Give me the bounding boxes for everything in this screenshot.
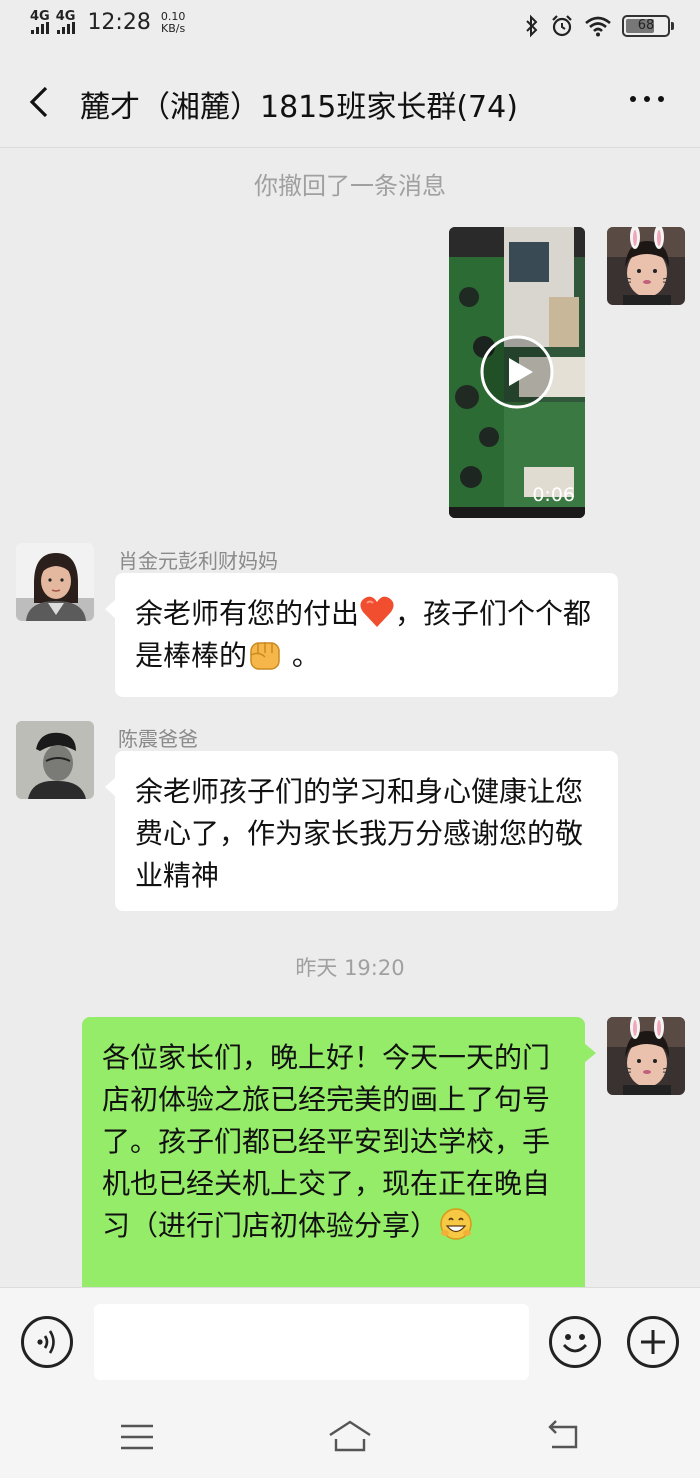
avatar-sender-2[interactable] [16, 721, 94, 799]
message-text-1c: 。 [283, 639, 320, 672]
back-icon[interactable] [22, 82, 58, 122]
signal-icon-2: 4G [55, 9, 76, 34]
alarm-icon [552, 15, 572, 37]
my-avatar-2[interactable] [607, 1017, 685, 1095]
message-bubble-1[interactable]: 余老师有您的付出 ，孩子们个个都是棒棒的 。 [105, 573, 618, 697]
clock: 12:28 [87, 10, 151, 35]
speed-value: 0.10 [160, 9, 186, 23]
play-icon[interactable] [479, 334, 555, 410]
battery-level: 68 [637, 18, 655, 33]
chat-title: 麓才（湘麓）1815班家长群(74) [80, 90, 518, 125]
network-label: 4G [30, 9, 50, 24]
message-bubble-2[interactable]: 余老师孩子们的学习和身心健康让您费心了，作为家长我万分感谢您的敬业精神 [105, 751, 618, 911]
message-text-3: 各位家长们，晚上好！今天一天的门店初体验之旅已经完美的画上了句号了。孩子们都已经… [102, 1041, 551, 1242]
chat-timestamp: 昨天 19:20 [295, 956, 405, 980]
input-bar [0, 1287, 700, 1397]
status-bar: 4G 4G 12:28 0.10 KB/s 68 [0, 0, 700, 56]
voice-icon[interactable] [21, 1316, 73, 1368]
add-icon[interactable] [627, 1316, 679, 1368]
wifi-icon [585, 16, 611, 37]
message-text-2: 余老师孩子们的学习和身心健康让您费心了，作为家长我万分感谢您的敬业精神 [135, 775, 584, 892]
chat-header: 麓才（湘麓）1815班家长群(74) [0, 56, 700, 148]
speed-unit: KB/s [160, 21, 186, 35]
my-avatar[interactable] [607, 227, 685, 305]
network-speed: 0.10 KB/s [160, 9, 186, 35]
video-duration: 0:06 [532, 484, 575, 506]
message-text-1a: 余老师有您的付出 [135, 597, 360, 630]
battery-icon: 68 [622, 15, 674, 37]
smile-emoji-icon [440, 1208, 472, 1240]
system-nav-bar [0, 1397, 700, 1478]
avatar-sender-1[interactable] [16, 543, 94, 621]
video-message[interactable]: 0:06 [449, 227, 585, 518]
home-icon[interactable] [326, 1419, 374, 1453]
return-icon[interactable] [544, 1419, 582, 1453]
menu-icon[interactable] [118, 1423, 156, 1451]
emoji-icon[interactable] [549, 1316, 601, 1368]
message-input[interactable] [94, 1304, 529, 1380]
message-bubble-3[interactable]: 各位家长们，晚上好！今天一天的门店初体验之旅已经完美的画上了句号了。孩子们都已经… [82, 1017, 596, 1307]
fist-icon [250, 642, 280, 670]
network-label-2: 4G [55, 9, 76, 24]
recall-notice: 你撤回了一条消息 [254, 172, 446, 200]
heart-icon [360, 596, 394, 627]
signal-icon: 4G [30, 9, 50, 34]
sender-name-1: 肖金元彭利财妈妈 [118, 549, 278, 573]
more-icon[interactable] [630, 96, 664, 102]
bluetooth-icon [526, 14, 538, 38]
sender-name-2: 陈震爸爸 [118, 727, 198, 751]
